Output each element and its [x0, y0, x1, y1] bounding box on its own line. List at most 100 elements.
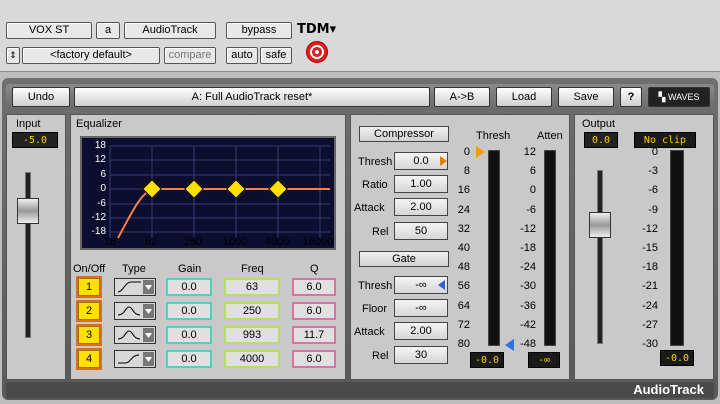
waves-brand: WAVES — [667, 92, 700, 102]
band-3-freq[interactable]: 993 — [224, 326, 280, 344]
thresh-meter-readout: -0.0 — [470, 352, 504, 368]
atten-scale-tick: -30 — [520, 280, 536, 293]
insert-slot-button[interactable]: a — [96, 22, 120, 39]
waves-w-icon: ▚ — [658, 92, 668, 102]
load-button[interactable]: Load — [496, 87, 552, 107]
preset-name-field[interactable]: A: Full AudioTrack reset* — [74, 87, 430, 107]
help-button[interactable]: ? — [620, 87, 642, 107]
out-scale-tick: -18 — [642, 261, 658, 274]
compressor-title[interactable]: Compressor — [359, 126, 449, 142]
output-value[interactable]: 0.0 — [584, 132, 618, 148]
eq-x-tick: 62 — [144, 236, 158, 248]
comp-ratio-field[interactable]: 1.00 — [394, 175, 448, 193]
bell-icon — [117, 328, 154, 342]
comp-rel-label: Rel — [372, 226, 389, 238]
output-fader-track[interactable] — [597, 170, 603, 344]
output-fader-handle[interactable] — [589, 212, 611, 238]
band-2-q[interactable]: 6.0 — [292, 302, 336, 320]
gate-rel-field[interactable]: 30 — [394, 346, 448, 364]
gate-floor-field[interactable]: -∞ — [394, 299, 448, 317]
atten-meter-readout: -∞ — [528, 352, 560, 368]
tdm-label: TDM — [297, 22, 330, 37]
band-1-toggle[interactable]: 1 — [78, 278, 100, 296]
comp-thresh-marker-icon[interactable] — [476, 146, 485, 158]
input-fader-handle[interactable] — [17, 198, 39, 224]
high-shelf-icon — [118, 352, 154, 366]
eq-y-tick: -6 — [97, 198, 106, 209]
eq-x-tick: 16 — [103, 236, 117, 248]
q-header: Q — [310, 263, 319, 275]
band-4-type-menu[interactable] — [114, 350, 156, 368]
band-2-gain[interactable]: 0.0 — [166, 302, 212, 320]
gate-title[interactable]: Gate — [359, 251, 449, 267]
type-header: Type — [122, 263, 146, 275]
out-scale-tick: 0 — [651, 146, 658, 158]
bell-icon — [117, 304, 154, 318]
band-1-freq[interactable]: 63 — [224, 278, 280, 296]
thresh-scale-tick: 40 — [457, 242, 470, 254]
save-button[interactable]: Save — [558, 87, 614, 107]
band-4-q[interactable]: 6.0 — [292, 350, 336, 368]
comp-thresh-arrow-icon — [440, 156, 447, 166]
gate-attack-field[interactable]: 2.00 — [394, 322, 448, 340]
onoff-header: On/Off — [73, 263, 106, 275]
thresh-scale-tick: 72 — [457, 318, 470, 331]
band-3-type-menu[interactable] — [114, 326, 156, 344]
comp-rel-field[interactable]: 50 — [394, 222, 448, 240]
preset-menu[interactable]: <factory default> — [22, 47, 160, 64]
eq-y-tick: 18 — [94, 140, 106, 151]
band-2-freq[interactable]: 250 — [224, 302, 280, 320]
thresh-scale-tick: 32 — [457, 222, 470, 235]
waves-logo[interactable]: ▚ WAVES — [648, 87, 710, 107]
thresh-scale-tick: 80 — [457, 338, 470, 350]
safe-button[interactable]: safe — [260, 47, 292, 64]
comp-attack-field[interactable]: 2.00 — [394, 198, 448, 216]
band-3-q[interactable]: 11.7 — [292, 326, 336, 344]
thresh-meter — [488, 150, 500, 346]
out-scale-tick: -21 — [642, 280, 658, 293]
eq-x-tick: 1000 — [222, 236, 248, 248]
tdm-arrow-icon: ▾ — [329, 22, 337, 37]
thresh-scale-tick: 0 — [463, 146, 470, 158]
band-2-type-menu[interactable] — [114, 302, 156, 320]
atten-meter — [544, 150, 556, 346]
band-1-gain[interactable]: 0.0 — [166, 278, 212, 296]
eq-y-tick: -12 — [91, 212, 106, 223]
eq-x-tick: 16000 — [302, 236, 334, 248]
preset-stepper-icon[interactable]: ⇕ — [6, 47, 20, 64]
band-4-gain[interactable]: 0.0 — [166, 350, 212, 368]
band-1-q[interactable]: 6.0 — [292, 278, 336, 296]
eq-graph[interactable]: 18 12 6 0 -6 -12 -18 — [80, 136, 336, 250]
band-3-toggle[interactable]: 3 — [78, 326, 100, 344]
auto-button[interactable]: auto — [226, 47, 258, 64]
thresh-scale-tick: 8 — [463, 165, 470, 178]
gain-header: Gain — [178, 263, 202, 275]
tdm-menu[interactable]: TDM▾ — [297, 22, 336, 37]
plugin-footer: AudioTrack — [6, 382, 714, 398]
atten-scale-tick: -18 — [520, 242, 536, 254]
band-3-gain[interactable]: 0.0 — [166, 326, 212, 344]
track-name-button[interactable]: VOX ST — [6, 22, 92, 39]
band-1-type-menu[interactable] — [114, 278, 156, 296]
ab-button[interactable]: A->B — [434, 87, 490, 107]
target-icon[interactable] — [306, 41, 328, 63]
thresh-scale-tick: 16 — [457, 184, 470, 197]
gate-thresh-marker-icon[interactable] — [505, 339, 514, 351]
atten-scale-tick: -42 — [520, 318, 536, 331]
bypass-button[interactable]: bypass — [226, 22, 292, 39]
input-fader-track[interactable] — [25, 172, 31, 338]
host-insert-bar: VOX ST a AudioTrack bypass TDM▾ ⇕ <facto… — [0, 0, 720, 72]
input-value[interactable]: -5.0 — [12, 132, 58, 148]
equalizer-title: Equalizer — [76, 118, 122, 130]
gate-thresh-arrow-icon — [438, 280, 445, 290]
band-4-freq[interactable]: 4000 — [224, 350, 280, 368]
undo-button[interactable]: Undo — [12, 87, 70, 107]
plugin-name-button[interactable]: AudioTrack — [124, 22, 216, 39]
band-4-toggle[interactable]: 4 — [78, 350, 100, 368]
compare-button[interactable]: compare — [164, 47, 216, 64]
atten-meter-label: Atten — [537, 130, 563, 142]
eq-x-tick: 250 — [183, 236, 203, 248]
gate-thresh-label: Thresh — [358, 280, 393, 292]
band-2-toggle[interactable]: 2 — [78, 302, 100, 320]
input-section — [6, 114, 66, 380]
